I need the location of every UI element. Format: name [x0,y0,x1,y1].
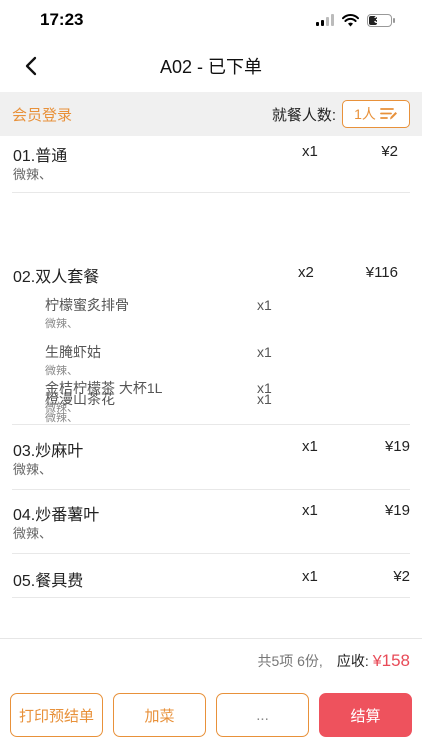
member-login-link[interactable]: 会员登录 [12,104,72,125]
item-price: ¥116 [365,264,398,281]
combo-last-subitem-block: 金桔柠檬茶 大杯1L x1 微辣、 [12,377,410,425]
combo-subitem-qty: x1 [257,380,272,396]
back-arrow-icon[interactable] [20,54,44,78]
item-note: 微辣、 [13,526,53,541]
due-value: 158 [381,651,410,670]
order-item[interactable]: 01.普通 微辣、 x1 ¥2 [12,136,410,193]
print-prebill-button[interactable]: 打印预结单 [10,693,103,737]
summary-count: 共5项 6份, [257,653,323,669]
page-title: A02 - 已下单 [159,57,263,77]
item-qty: x1 [302,143,318,160]
item-qty: x1 [302,438,318,455]
combo-subitem-name: 柠檬蜜炙排骨 [45,297,129,313]
combo-subitem-qty: x1 [257,344,272,360]
diners-count-value: 1人 [354,106,376,122]
combo-subitem-note: 微辣、 [45,402,78,414]
item-name: 01.普通 [13,148,68,165]
item-note: 微辣、 [13,462,53,477]
diners-group: 就餐人数: 1人 [272,100,410,128]
wifi-icon [342,13,359,26]
battery-level: 34 [373,14,386,26]
status-icons: 34 [316,13,395,27]
order-summary: 共5项 6份, 应收: ¥158 [0,638,422,683]
checkout-button[interactable]: 结算 [319,693,412,737]
nav-bar: A02 - 已下单 [0,40,422,92]
item-note: 微辣、 [13,167,53,182]
combo-subitem-name: 生腌虾姑 [45,344,101,360]
add-dish-button[interactable]: 加菜 [113,693,206,737]
combo-subitem-note: 微辣、 [45,318,78,330]
edit-list-icon [379,108,397,120]
item-qty: x2 [298,264,314,281]
status-time: 17:23 [40,10,84,29]
currency-symbol: ¥ [372,653,382,670]
item-name: 02.双人套餐 [13,269,100,286]
item-price: ¥19 [384,438,410,455]
order-item[interactable]: 05.餐具费 x1 ¥2 [12,554,410,598]
combo-subitem-note: 微辣、 [45,365,78,377]
summary-due-label: 应收: [336,653,369,669]
item-price: ¥2 [381,143,398,160]
status-bar: 17:23 34 [0,0,422,40]
order-item[interactable]: 04.炒番薯叶 微辣、 x1 ¥19 [12,490,410,554]
item-qty: x1 [302,568,318,585]
combo-subitem-qty: x1 [257,297,272,313]
diners-count-button[interactable]: 1人 [342,100,410,128]
battery-icon: 34 [367,13,395,27]
item-qty: x1 [302,502,318,519]
item-name: 05.餐具费 [13,573,84,590]
action-bar: 打印预结单 加菜 ... 结算 [10,693,412,737]
diners-label: 就餐人数: [271,106,336,124]
item-price: ¥2 [393,568,410,585]
cellular-signal-icon [316,14,334,26]
combo-subitem-name: 金桔柠檬茶 大杯1L [45,380,163,396]
more-button[interactable]: ... [216,693,309,737]
item-name: 03.炒麻叶 [13,443,84,460]
item-name: 04.炒番薯叶 [13,507,100,524]
summary-due-amount: ¥158 [373,651,410,671]
item-price: ¥19 [384,502,410,519]
order-item[interactable]: 03.炒麻叶 微辣、 x1 ¥19 [12,426,410,490]
member-bar: 会员登录 就餐人数: 1人 [0,92,422,136]
